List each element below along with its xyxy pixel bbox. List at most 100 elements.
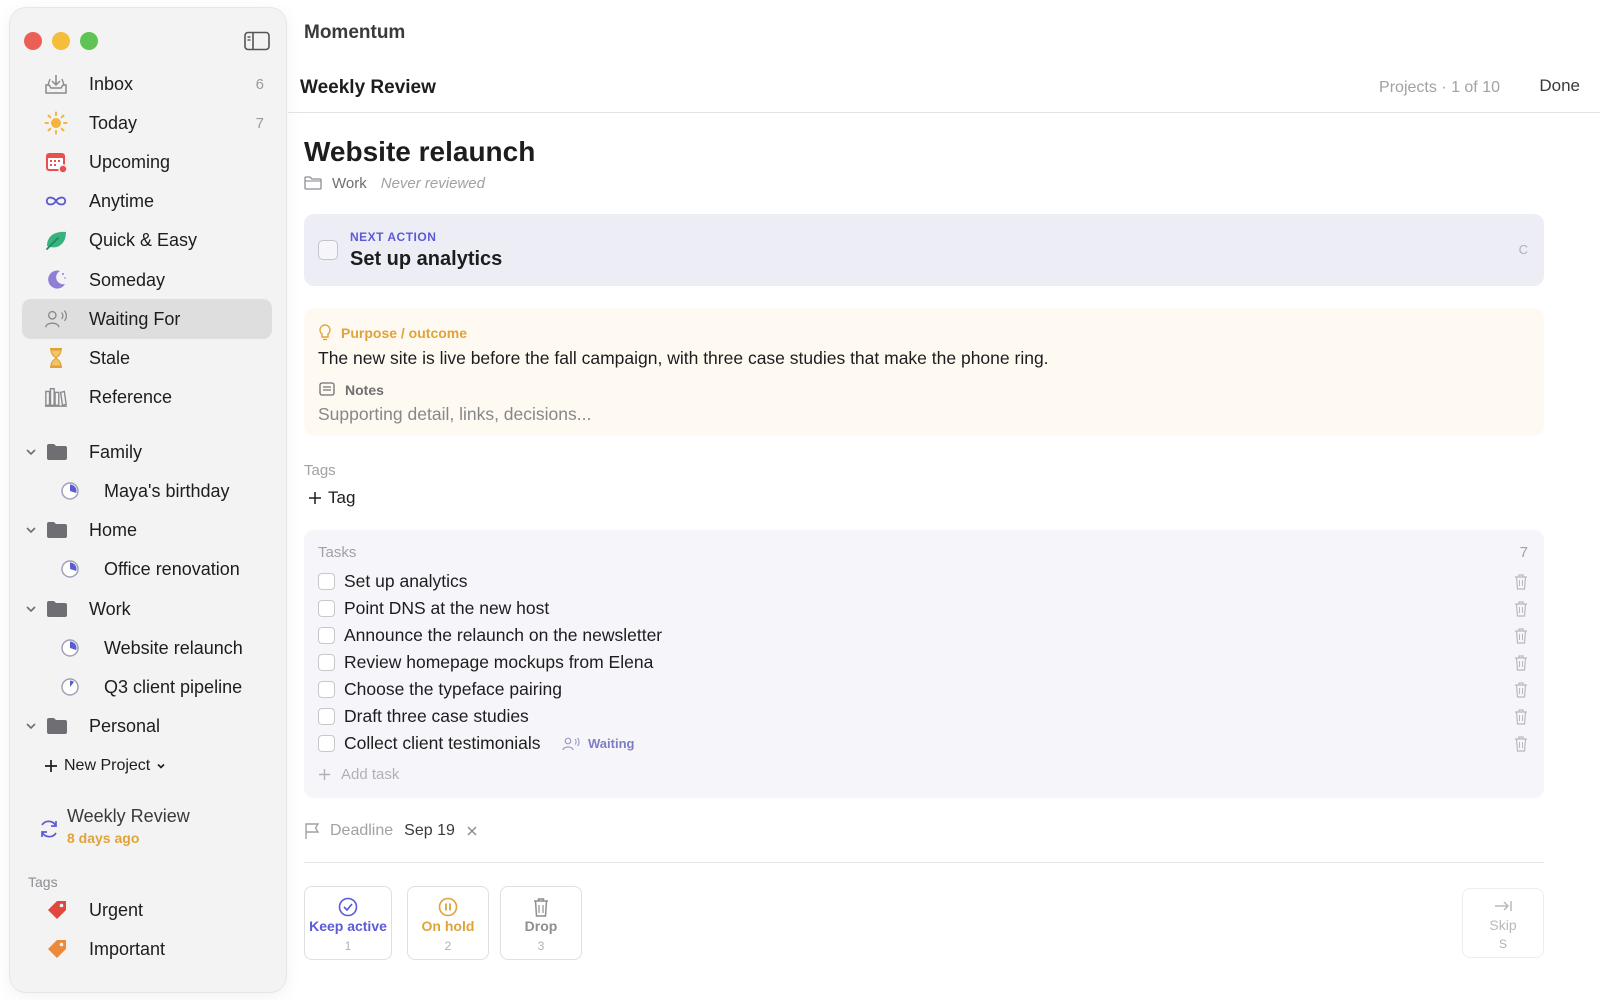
sidebar-project-q3-client-pipeline[interactable]: Q3 client pipeline — [22, 669, 272, 705]
sidebar-group-home[interactable]: Home — [22, 512, 272, 548]
done-button[interactable]: Done — [1539, 76, 1580, 96]
window-close-button[interactable] — [24, 32, 42, 50]
next-action-title[interactable]: Set up analytics — [350, 248, 502, 271]
trash-icon[interactable] — [1514, 708, 1528, 725]
task-checkbox[interactable] — [318, 654, 335, 671]
chevron-down-icon[interactable] — [24, 445, 38, 459]
progress-pie-icon — [61, 639, 79, 657]
sidebar-item-label: Upcoming — [89, 151, 171, 172]
sidebar-group-family[interactable]: Family — [22, 434, 272, 470]
trash-icon[interactable] — [1514, 654, 1528, 671]
task-label[interactable]: Review homepage mockups from Elena — [344, 652, 653, 673]
window-zoom-button[interactable] — [80, 32, 98, 50]
lightbulb-icon — [319, 324, 331, 341]
drop-shortcut: 3 — [537, 939, 545, 953]
sidebar-group-personal[interactable]: Personal — [22, 708, 272, 744]
waiting-person-icon — [44, 307, 68, 331]
sidebar-group-label: Family — [89, 441, 142, 462]
folder-icon — [47, 522, 67, 538]
waiting-badge[interactable]: Waiting — [562, 736, 634, 751]
sidebar-project-mayas-birthday[interactable]: Maya's birthday — [22, 473, 272, 509]
next-action-shortcut: C — [1518, 242, 1528, 257]
sidebar-toggle-icon[interactable] — [244, 31, 270, 51]
task-row: Announce the relaunch on the newsletter — [318, 622, 1530, 649]
sidebar-item-count: 7 — [255, 114, 264, 132]
sidebar-item-label: Inbox — [89, 73, 134, 94]
footer-divider — [304, 862, 1544, 863]
task-label[interactable]: Collect client testimonials — [344, 733, 540, 754]
drop-button[interactable]: Drop 3 — [500, 886, 582, 960]
sidebar-project-label: Q3 client pipeline — [104, 676, 243, 697]
waiting-person-icon — [562, 737, 580, 750]
trash-icon[interactable] — [1514, 573, 1528, 590]
next-action-card: NEXT ACTION Set up analytics C — [304, 214, 1544, 286]
sidebar-item-someday[interactable]: Someday — [22, 260, 272, 300]
refresh-icon — [41, 820, 57, 838]
task-row: Point DNS at the new host — [318, 595, 1530, 622]
project-area[interactable]: Work — [332, 175, 367, 192]
sidebar-item-quick-easy[interactable]: Quick & Easy — [22, 220, 272, 260]
project-title[interactable]: Website relaunch — [304, 136, 535, 168]
task-checkbox[interactable] — [318, 681, 335, 698]
add-tag-button[interactable]: Tag — [308, 486, 355, 510]
task-label[interactable]: Draft three case studies — [344, 706, 529, 727]
check-circle-icon — [338, 897, 358, 917]
plus-icon — [319, 769, 330, 780]
new-project-button[interactable]: New Project — [44, 754, 166, 778]
trash-icon[interactable] — [1514, 627, 1528, 644]
sidebar-item-label: Anytime — [89, 190, 155, 211]
drop-label: Drop — [524, 918, 558, 934]
task-checkbox[interactable] — [318, 573, 335, 590]
sidebar-tag-urgent[interactable]: Urgent — [22, 892, 272, 928]
sidebar-tag-label: Important — [89, 938, 166, 959]
tags-label: Tags — [304, 462, 336, 479]
folder-icon — [47, 444, 67, 460]
tasks-count: 7 — [1519, 544, 1528, 561]
add-tag-label: Tag — [328, 488, 356, 507]
trash-icon[interactable] — [1514, 681, 1528, 698]
task-label[interactable]: Set up analytics — [344, 571, 468, 592]
task-checkbox[interactable] — [318, 708, 335, 725]
trash-icon[interactable] — [1514, 600, 1528, 617]
notes-field[interactable]: Supporting detail, links, decisions... — [318, 404, 1018, 425]
skip-label: Skip — [1489, 917, 1517, 933]
on-hold-button[interactable]: On hold 2 — [407, 886, 489, 960]
calendar-icon — [44, 150, 68, 174]
task-label[interactable]: Choose the typeface pairing — [344, 679, 562, 700]
add-task-button[interactable]: Add task — [318, 766, 399, 783]
sidebar-project-website-relaunch[interactable]: Website relaunch — [22, 630, 272, 666]
keep-active-button[interactable]: Keep active 1 — [304, 886, 392, 960]
purpose-text[interactable]: The new site is live before the fall cam… — [318, 348, 1049, 369]
sidebar-project-office-renovation[interactable]: Office renovation — [22, 551, 272, 587]
sidebar-item-inbox[interactable]: Inbox 6 — [22, 64, 272, 104]
sidebar-tags-heading: Tags — [28, 874, 58, 890]
task-label[interactable]: Point DNS at the new host — [344, 598, 549, 619]
weekly-review-item[interactable]: Weekly Review 8 days ago — [38, 804, 268, 854]
sidebar-item-stale[interactable]: Stale — [22, 338, 272, 378]
sidebar-item-today[interactable]: Today 7 — [22, 103, 272, 143]
task-checkbox[interactable] — [318, 627, 335, 644]
deadline-label: Deadline — [330, 822, 394, 839]
trash-icon[interactable] — [1514, 735, 1528, 752]
purpose-card: Purpose / outcome The new site is live b… — [304, 308, 1544, 436]
sidebar-item-upcoming[interactable]: Upcoming — [22, 142, 272, 182]
chevron-down-icon[interactable] — [24, 523, 38, 537]
skip-button[interactable]: Skip S — [1462, 888, 1544, 958]
task-checkbox[interactable] — [318, 735, 335, 752]
sidebar-tag-important[interactable]: Important — [22, 931, 272, 967]
sidebar-item-anytime[interactable]: Anytime — [22, 181, 272, 221]
sidebar-item-reference[interactable]: Reference — [22, 377, 272, 417]
deadline-value[interactable]: Sep 19 — [404, 822, 455, 840]
sidebar-group-work[interactable]: Work — [22, 591, 272, 627]
chevron-down-icon[interactable] — [24, 719, 38, 733]
window-minimize-button[interactable] — [52, 32, 70, 50]
task-label[interactable]: Announce the relaunch on the newsletter — [344, 625, 662, 646]
sidebar-item-label: Waiting For — [89, 308, 181, 329]
sidebar-project-label: Website relaunch — [104, 637, 243, 658]
task-checkbox[interactable] — [318, 600, 335, 617]
sidebar-item-waiting-for[interactable]: Waiting For — [22, 299, 272, 339]
next-action-checkbox[interactable] — [318, 240, 338, 260]
review-status: Never reviewed — [380, 174, 485, 192]
chevron-down-icon[interactable] — [24, 602, 38, 616]
clear-deadline-icon[interactable] — [466, 825, 478, 837]
